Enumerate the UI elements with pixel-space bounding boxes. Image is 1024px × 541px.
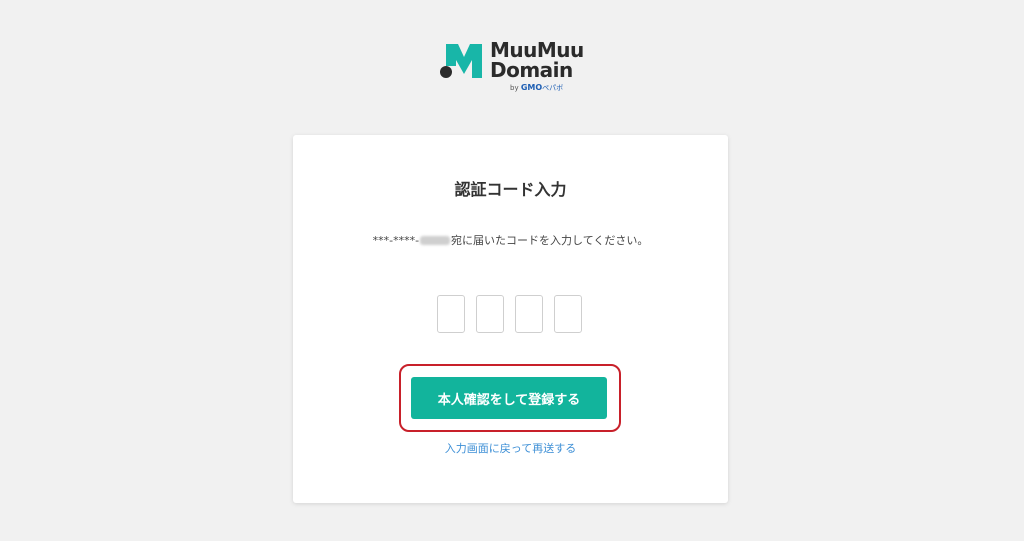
- logo-by-text: by: [510, 84, 519, 92]
- verify-and-register-button[interactable]: 本人確認をして登録する: [411, 377, 607, 419]
- muumuu-domain-logo: MuuMuu Domain by GMOペパボ: [438, 40, 588, 96]
- logo-line-2: Domain: [490, 58, 573, 82]
- back-to-input-resend-link[interactable]: 入力画面に戻って再送する: [293, 441, 728, 457]
- muumuu-logo-icon: [440, 44, 482, 78]
- instruction-suffix: 宛に届いたコードを入力してください。: [451, 234, 649, 247]
- code-digit-1-input[interactable]: [437, 295, 465, 333]
- logo-byline: by GMOペパボ: [510, 83, 563, 93]
- logo-pepabo-text: ペパボ: [542, 84, 564, 92]
- code-digit-3-input[interactable]: [515, 295, 543, 333]
- instruction-text: ***-****- 宛に届いたコードを入力してください。: [293, 233, 728, 249]
- logo-line-1: MuuMuu: [490, 38, 584, 62]
- code-digit-2-input[interactable]: [476, 295, 504, 333]
- code-digit-4-input[interactable]: [554, 295, 582, 333]
- page-title: 認証コード入力: [454, 180, 567, 199]
- verification-card: 認証コード入力 ***-****- 宛に届いたコードを入力してください。 本人確認…: [293, 135, 728, 503]
- blurred-phone-digits: [420, 236, 451, 245]
- logo-gmo-text: GMO: [520, 83, 543, 92]
- masked-phone-prefix: ***-****-: [372, 234, 420, 247]
- code-input-group: [437, 295, 585, 335]
- logo-wordmark: MuuMuu Domain: [490, 40, 584, 80]
